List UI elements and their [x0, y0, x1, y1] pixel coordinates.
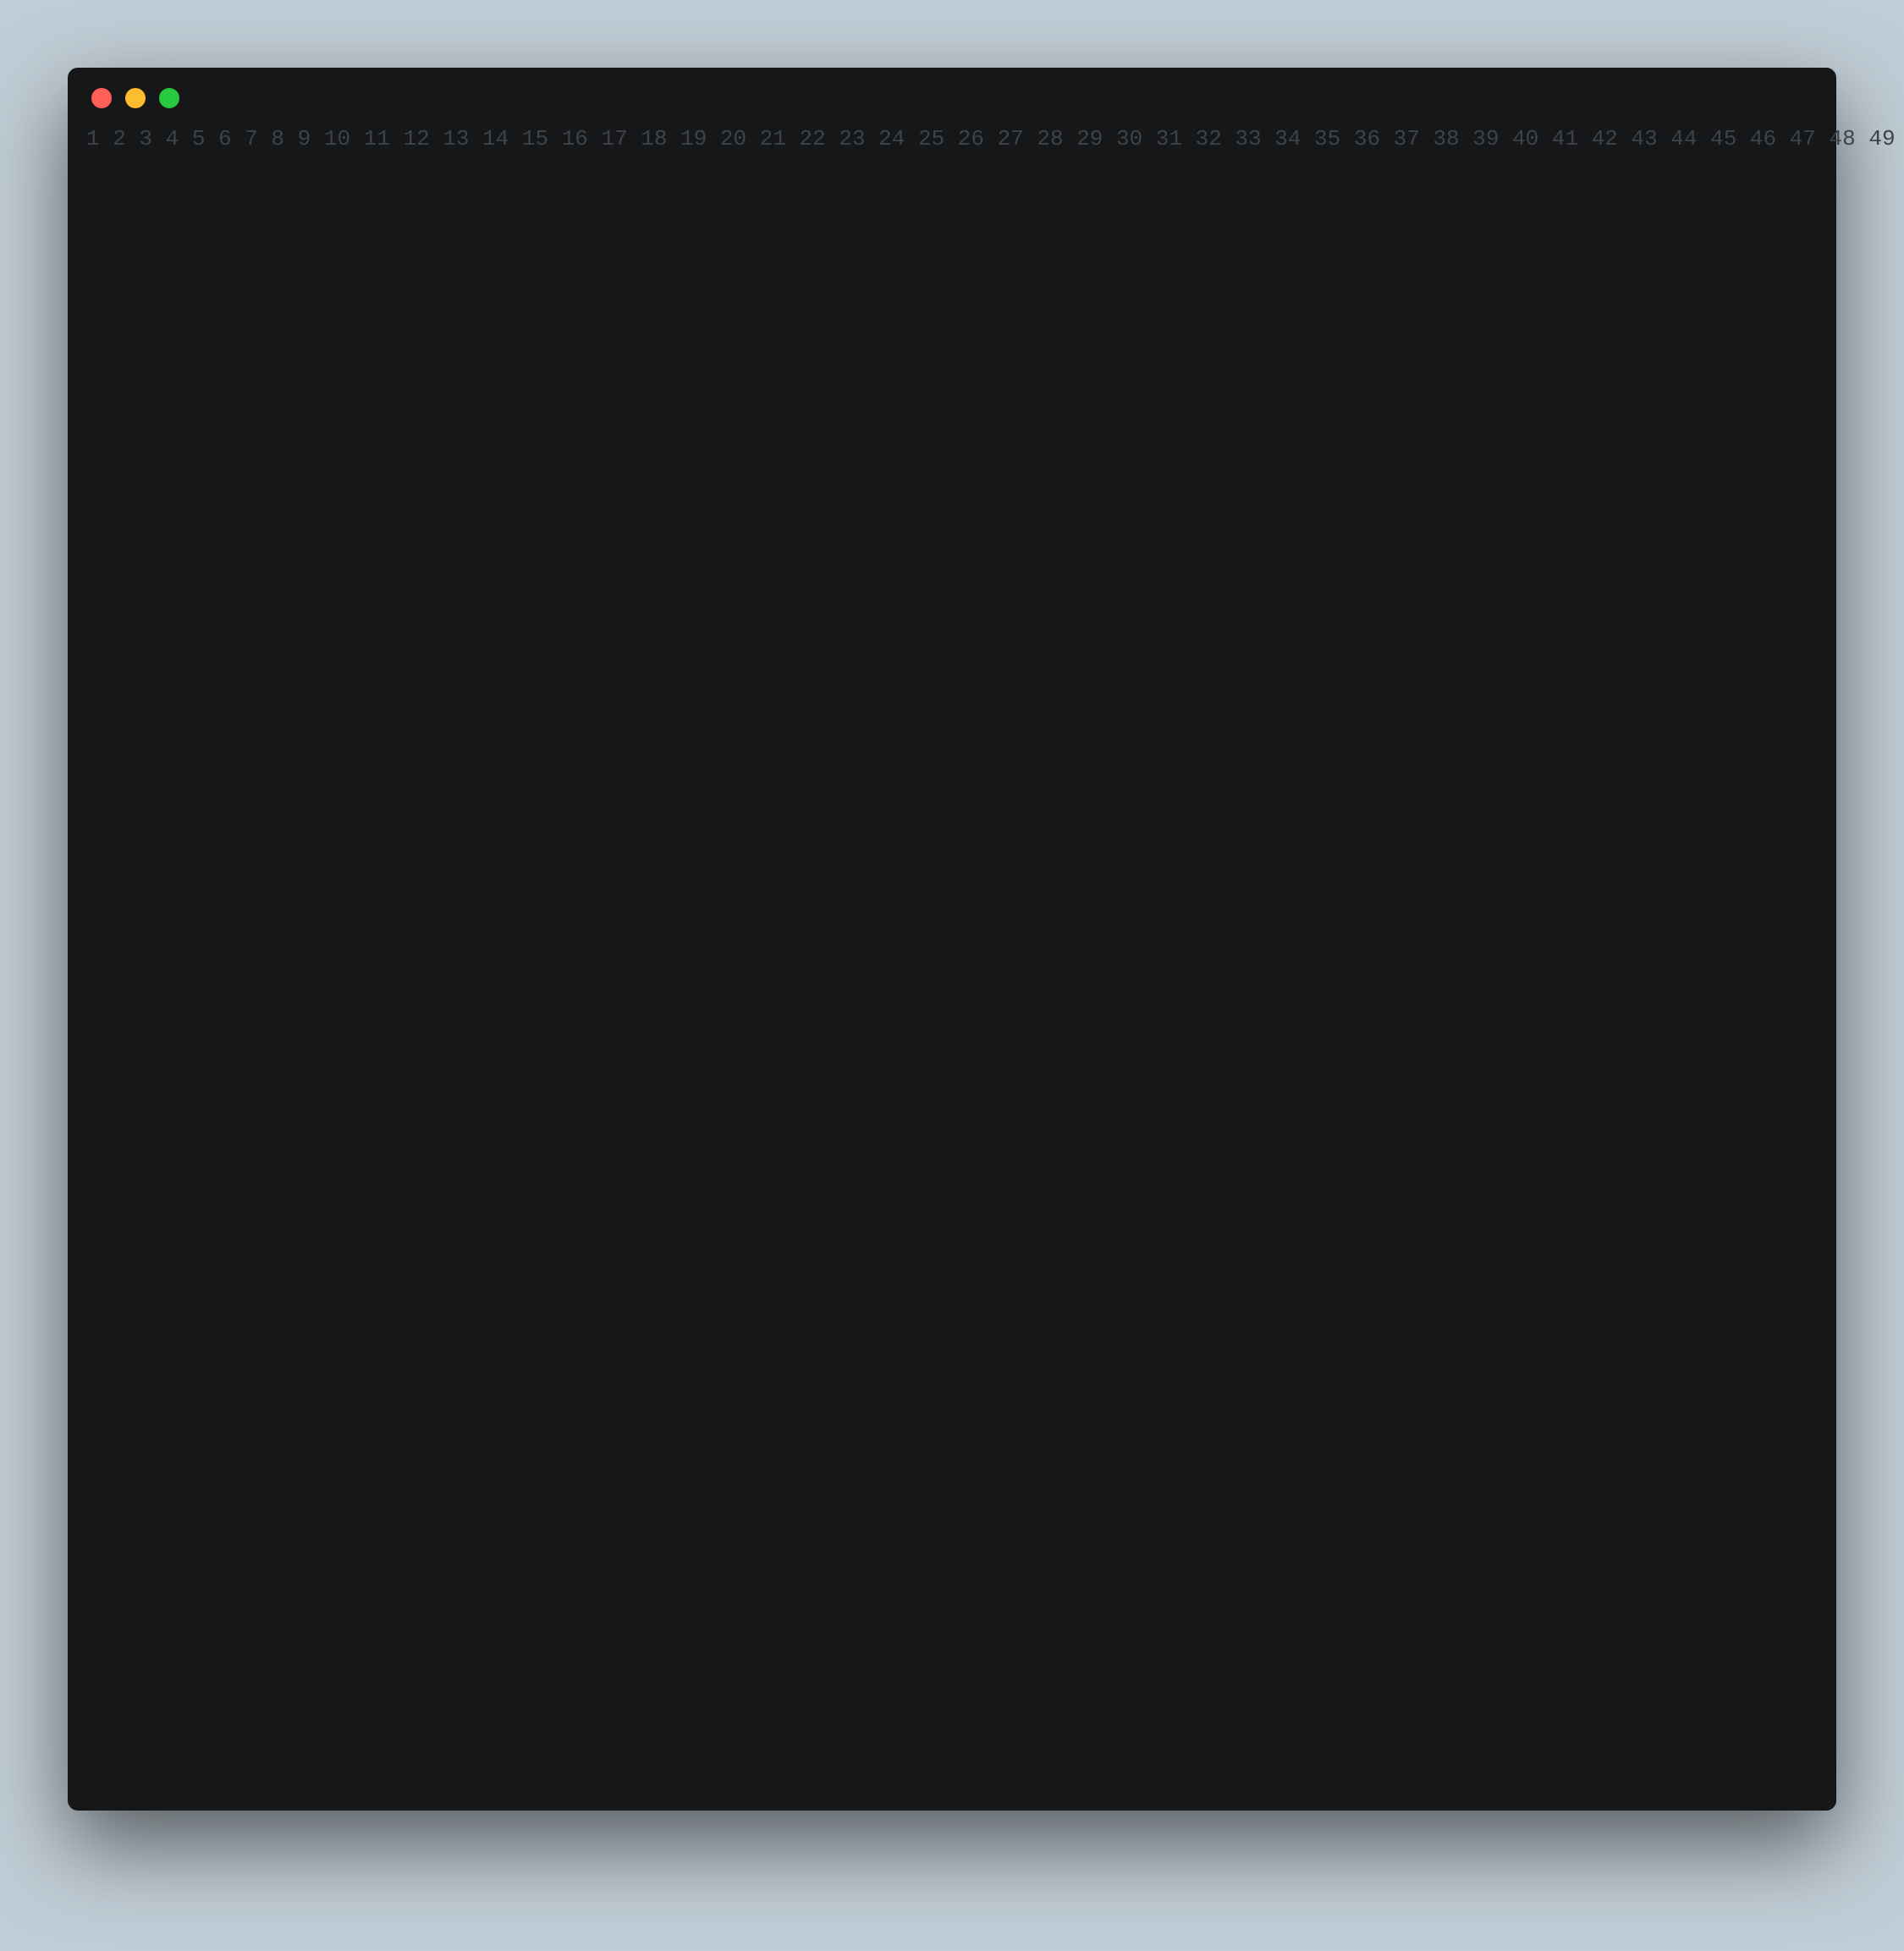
close-icon[interactable]	[91, 88, 112, 108]
zoom-icon[interactable]	[159, 88, 179, 108]
code-window: 1 2 3 4 5 6 7 8 9 10 11 12 13 14 15 16 1…	[68, 68, 1836, 1811]
editor-area: 1 2 3 4 5 6 7 8 9 10 11 12 13 14 15 16 1…	[68, 124, 1836, 1790]
minimize-icon[interactable]	[125, 88, 146, 108]
window-titlebar	[68, 68, 1836, 124]
line-number-gutter: 1 2 3 4 5 6 7 8 9 10 11 12 13 14 15 16 1…	[78, 124, 1904, 1790]
